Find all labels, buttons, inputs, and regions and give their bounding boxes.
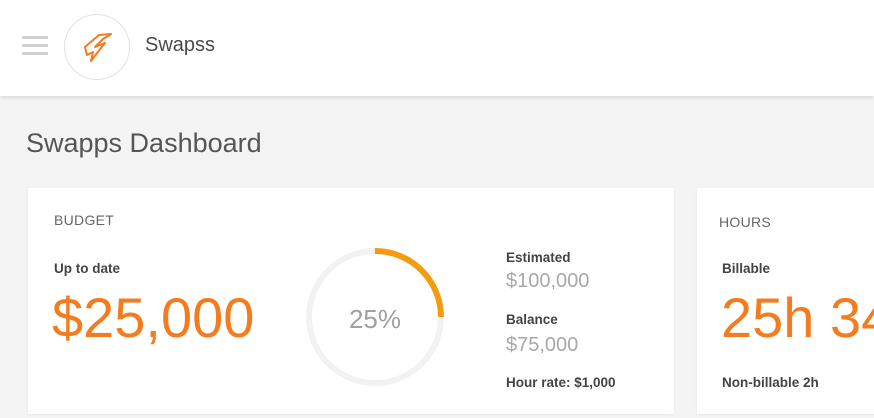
billable-label: Billable	[722, 261, 771, 276]
balance-value: $75,000	[506, 334, 579, 356]
billable-value: 25h 34	[721, 286, 874, 349]
hour-rate: Hour rate: $1,000	[506, 375, 616, 390]
up-to-date-value: $25,000	[52, 286, 255, 349]
page-title: Swapps Dashboard	[26, 128, 262, 158]
hamburger-menu-icon[interactable]	[22, 36, 48, 58]
hours-card: HOURS Billable 25h 34 Non-billable 2h	[697, 188, 874, 414]
estimated-label: Estimated	[506, 250, 571, 265]
budget-card-title: BUDGET	[54, 212, 115, 228]
budget-progress-percent: 25%	[348, 304, 402, 334]
hours-card-title: HOURS	[719, 214, 772, 230]
top-bar: Swapss	[0, 0, 874, 96]
swapps-logo-icon[interactable]	[64, 14, 130, 80]
up-to-date-label: Up to date	[54, 261, 120, 276]
app-name: Swapss	[145, 34, 216, 56]
balance-label: Balance	[506, 312, 558, 327]
estimated-value: $100,000	[506, 270, 590, 292]
non-billable-hours: Non-billable 2h	[722, 375, 819, 390]
